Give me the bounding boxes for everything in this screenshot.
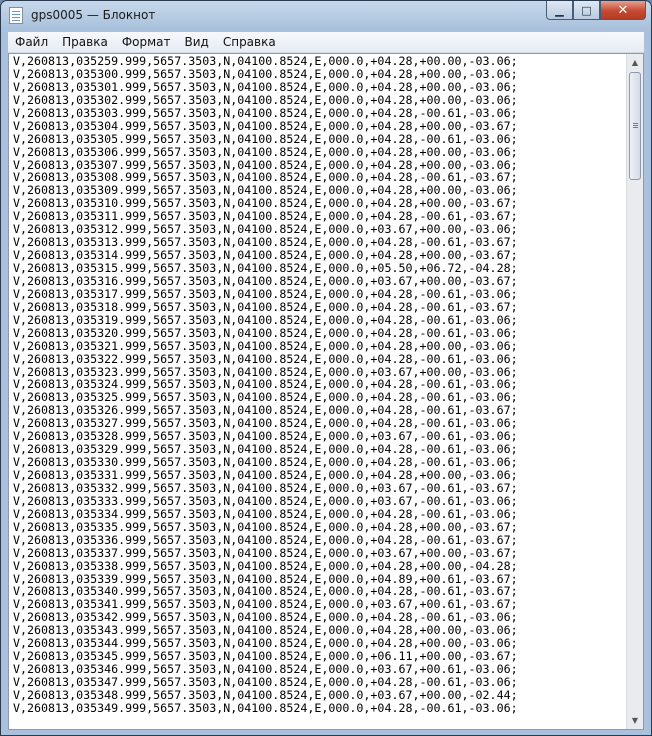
text-line: V,260813,035259.999,5657.3503,N,04100.85… — [13, 55, 518, 68]
title-bar[interactable]: gps0005 — Блокнот ▁ □ ✕ — [1, 1, 651, 31]
text-line: V,260813,035322.999,5657.3503,N,04100.85… — [13, 351, 518, 366]
text-line: V,260813,035305.999,5657.3503,N,04100.85… — [13, 131, 518, 146]
text-line: V,260813,035321.999,5657.3503,N,04100.85… — [13, 338, 518, 353]
text-line: V,260813,035331.999,5657.3503,N,04100.85… — [13, 468, 518, 482]
text-content[interactable]: V,260813,035259.999,5657.3503,N,04100.85… — [11, 55, 625, 729]
text-line: V,260813,035320.999,5657.3503,N,04100.85… — [13, 325, 518, 340]
menu-file[interactable]: Файл — [8, 32, 55, 52]
scroll-up-arrow-icon[interactable]: ▲ — [627, 54, 643, 71]
text-line: V,260813,035349.999,5657.3503,N,04100.85… — [13, 700, 518, 715]
text-line: V,260813,035301.999,5657.3503,N,04100.85… — [13, 79, 518, 94]
text-editor[interactable]: V,260813,035259.999,5657.3503,N,04100.85… — [8, 53, 644, 730]
text-line: V,260813,035316.999,5657.3503,N,04100.85… — [13, 273, 518, 288]
close-button[interactable]: ✕ — [600, 1, 646, 20]
scrollbar-thumb[interactable] — [629, 72, 641, 180]
text-line: V,260813,035334.999,5657.3503,N,04100.85… — [13, 506, 518, 521]
text-line: V,260813,035336.999,5657.3503,N,04100.85… — [13, 532, 518, 547]
menu-help[interactable]: Справка — [216, 32, 283, 52]
menu-view[interactable]: Вид — [178, 32, 216, 52]
text-line: V,260813,035338.999,5657.3503,N,04100.85… — [13, 558, 518, 573]
menu-format[interactable]: Формат — [115, 32, 178, 52]
text-line: V,260813,035315.999,5657.3503,N,04100.85… — [13, 261, 518, 275]
vertical-scrollbar[interactable]: ▲ ▼ — [626, 54, 643, 729]
text-line: V,260813,035302.999,5657.3503,N,04100.85… — [13, 92, 518, 107]
text-line: V,260813,035348.999,5657.3503,N,04100.85… — [13, 687, 518, 702]
minimize-icon: ▁ — [555, 3, 564, 17]
caption-buttons: ▁ □ ✕ — [546, 1, 646, 21]
maximize-icon: □ — [581, 3, 592, 17]
text-line: V,260813,035318.999,5657.3503,N,04100.85… — [13, 299, 518, 314]
text-line: V,260813,035347.999,5657.3503,N,04100.85… — [13, 675, 518, 689]
text-line: V,260813,035335.999,5657.3503,N,04100.85… — [13, 519, 518, 534]
text-line: V,260813,035306.999,5657.3503,N,04100.85… — [13, 144, 518, 159]
minimize-button[interactable]: ▁ — [546, 1, 573, 20]
text-line: V,260813,035333.999,5657.3503,N,04100.85… — [13, 493, 518, 508]
close-icon: ✕ — [617, 2, 629, 18]
maximize-button[interactable]: □ — [573, 1, 600, 20]
notepad-icon — [9, 7, 23, 24]
menu-edit[interactable]: Правка — [55, 32, 115, 52]
menu-bar: Файл Правка Формат Вид Справка — [8, 32, 644, 53]
text-line: V,260813,035300.999,5657.3503,N,04100.85… — [13, 66, 518, 81]
text-line: V,260813,035303.999,5657.3503,N,04100.85… — [13, 105, 518, 120]
text-line: V,260813,035337.999,5657.3503,N,04100.85… — [13, 545, 518, 560]
text-line: V,260813,035304.999,5657.3503,N,04100.85… — [13, 118, 518, 133]
text-line: V,260813,035317.999,5657.3503,N,04100.85… — [13, 286, 518, 301]
text-line: V,260813,035332.999,5657.3503,N,04100.85… — [13, 480, 518, 495]
text-line: V,260813,035319.999,5657.3503,N,04100.85… — [13, 312, 518, 327]
scroll-down-arrow-icon[interactable]: ▼ — [627, 712, 643, 729]
window-title: gps0005 — Блокнот — [31, 8, 156, 22]
notepad-window: gps0005 — Блокнот ▁ □ ✕ Файл Правка Форм… — [0, 0, 652, 736]
